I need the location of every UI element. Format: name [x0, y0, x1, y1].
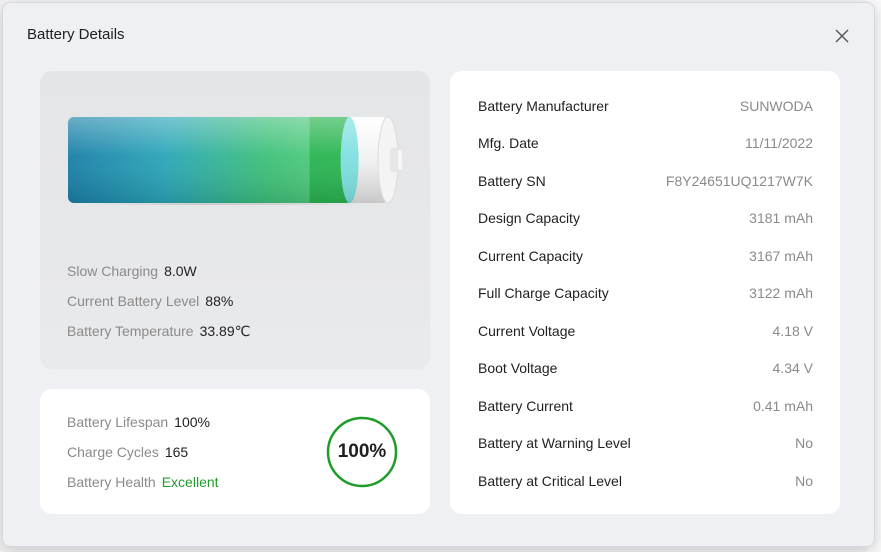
info-value: 0.41 mAh [753, 398, 813, 414]
info-value: 3181 mAh [749, 210, 813, 226]
info-value: No [795, 473, 813, 489]
info-value: No [795, 435, 813, 451]
slow-charging-row: Slow Charging 8.0W [67, 263, 197, 279]
battery-terminal-tip [398, 150, 402, 170]
info-value: SUNWODA [739, 98, 813, 114]
info-row-current-voltage: Current Voltage 4.18 V [478, 320, 813, 342]
battery-lifespan-value: 100% [174, 414, 210, 430]
info-label: Battery at Warning Level [478, 435, 631, 451]
info-label: Boot Voltage [478, 360, 558, 376]
info-row-full-charge-capacity: Full Charge Capacity 3122 mAh [478, 282, 813, 304]
charging-panel: Slow Charging 8.0W Current Battery Level 8… [40, 71, 430, 369]
info-label: Full Charge Capacity [478, 285, 609, 301]
info-row-serial: Battery SN F8Y24651UQ1217W7K [478, 170, 813, 192]
battery-icon [68, 116, 402, 205]
info-label: Battery Manufacturer [478, 98, 609, 114]
battery-health-label: Battery Health [67, 474, 156, 490]
battery-temperature-row: Battery Temperature 33.89℃ [67, 323, 250, 340]
info-row-design-capacity: Design Capacity 3181 mAh [478, 207, 813, 229]
battery-health-value: Excellent [161, 474, 219, 490]
info-row-manufacturer: Battery Manufacturer SUNWODA [478, 95, 813, 117]
info-row-boot-voltage: Boot Voltage 4.34 V [478, 357, 813, 379]
info-label: Current Capacity [478, 248, 584, 264]
close-button[interactable] [825, 19, 859, 53]
lifespan-ring-value: 100% [337, 441, 387, 462]
health-panel: Battery Lifespan 100% Charge Cycles 165 Ba… [40, 389, 430, 514]
charge-cycles-label: Charge Cycles [67, 444, 159, 460]
info-label: Battery at Critical Level [478, 473, 622, 489]
info-label: Design Capacity [478, 210, 580, 226]
info-row-warning-level: Battery at Warning Level No [478, 432, 813, 454]
battery-details-dialog: Battery Details Slow Charging 8.0W Curre… [2, 2, 875, 547]
slow-charging-label: Slow Charging [67, 263, 159, 279]
info-label: Battery Current [478, 398, 573, 414]
battery-temperature-label: Battery Temperature [67, 323, 194, 339]
close-icon [835, 29, 849, 43]
info-row-current-capacity: Current Capacity 3167 mAh [478, 245, 813, 267]
info-label: Current Voltage [478, 323, 576, 339]
battery-level-value: 88% [205, 293, 234, 309]
info-value: 3167 mAh [749, 248, 813, 264]
charge-cycles-row: Charge Cycles 165 [67, 444, 188, 460]
slow-charging-value: 8.0W [164, 263, 197, 279]
charge-cycles-value: 165 [164, 444, 189, 460]
info-label: Battery SN [478, 173, 546, 189]
battery-lifespan-row: Battery Lifespan 100% [67, 414, 210, 430]
info-value: 3122 mAh [749, 285, 813, 301]
info-value: F8Y24651UQ1217W7K [665, 173, 813, 189]
info-row-mfg-date: Mfg. Date 11/11/2022 [478, 132, 813, 154]
info-label: Mfg. Date [478, 135, 539, 151]
battery-temperature-value: 33.89℃ [199, 323, 251, 339]
info-value: 4.18 V [772, 323, 813, 339]
battery-health-row: Battery Health Excellent [67, 474, 219, 490]
battery-shine [68, 117, 388, 203]
info-value: 4.34 V [772, 360, 813, 376]
battery-info-panel: Battery Manufacturer SUNWODA Mfg. Date 1… [450, 71, 840, 514]
info-value: 11/11/2022 [745, 135, 813, 151]
battery-level-row: Current Battery Level 88% [67, 293, 233, 309]
info-row-critical-level: Battery at Critical Level No [478, 470, 813, 492]
battery-lifespan-label: Battery Lifespan [67, 414, 169, 430]
info-row-battery-current: Battery Current 0.41 mAh [478, 395, 813, 417]
battery-level-label: Current Battery Level [67, 293, 200, 309]
dialog-title: Battery Details [27, 26, 125, 43]
